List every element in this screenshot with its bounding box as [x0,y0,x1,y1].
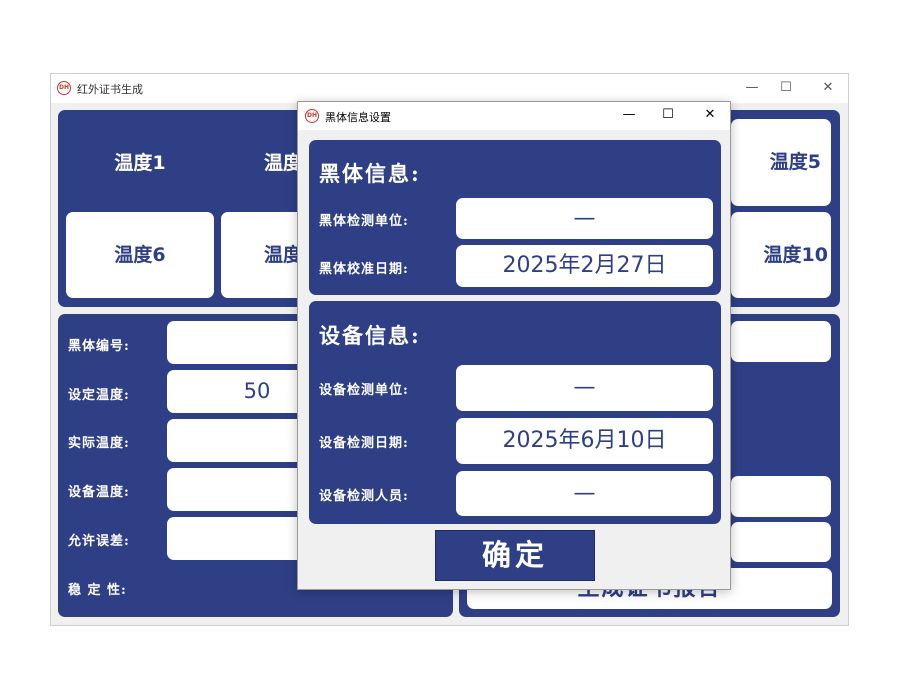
device-person-label: 设备检测人员: [319,489,409,504]
main-maximize-button[interactable]: ☐ [775,77,797,99]
device-unit-label: 设备检测单位: [319,383,409,398]
right-field-2[interactable] [731,476,831,517]
temp-tile-5[interactable]: 温度5 [731,119,831,206]
temp-tile-1[interactable]: 温度1 [66,120,214,206]
dialog-logo-icon: DH [305,109,319,123]
dialog-close-button[interactable]: ✕ [699,104,721,126]
device-tester-input[interactable]: — [456,471,713,516]
blackbody-date-label: 黑体校准日期: [319,262,409,277]
confirm-button[interactable]: 确定 [435,530,595,581]
set-temp-label: 设定温度: [68,388,130,403]
tolerance-label: 允许误差: [68,534,130,549]
device-test-date-input[interactable]: 2025年6月10日 [456,418,713,464]
blackbody-no-label: 黑体编号: [68,339,130,354]
right-field-3[interactable] [731,522,831,562]
blackbody-section-title: 黑体信息: [319,161,421,186]
blackbody-unit-input[interactable]: — [456,198,713,239]
device-unit-input[interactable]: — [456,365,713,411]
app-logo-icon: DH [57,81,71,95]
actual-temp-label: 实际温度: [68,436,130,451]
dialog-minimize-button[interactable]: — [618,104,640,126]
dialog-title: 黑体信息设置 [325,111,391,124]
blackbody-calibration-date-input[interactable]: 2025年2月27日 [456,245,713,287]
temp-tile-10[interactable]: 温度10 [731,212,831,298]
device-temp-label: 设备温度: [68,485,130,500]
main-minimize-button[interactable]: — [741,77,763,99]
main-title-bar[interactable]: DH 红外证书生成 — ☐ ✕ [51,74,848,103]
dialog-maximize-button[interactable]: ☐ [657,104,679,126]
stability-label: 稳 定 性: [68,583,127,598]
main-close-button[interactable]: ✕ [817,77,839,99]
blackbody-unit-label: 黑体检测单位: [319,214,409,229]
device-section-title: 设备信息: [319,323,421,348]
right-field-1[interactable] [731,321,831,362]
blackbody-settings-dialog: DH 黑体信息设置 — ☐ ✕ 黑体信息: 黑体检测单位: — 黑体校准日期: … [297,101,731,590]
dialog-title-bar[interactable]: DH 黑体信息设置 — ☐ ✕ [298,102,730,130]
main-window-title: 红外证书生成 [77,83,143,96]
device-date-label: 设备检测日期: [319,436,409,451]
temp-tile-6[interactable]: 温度6 [66,212,214,298]
